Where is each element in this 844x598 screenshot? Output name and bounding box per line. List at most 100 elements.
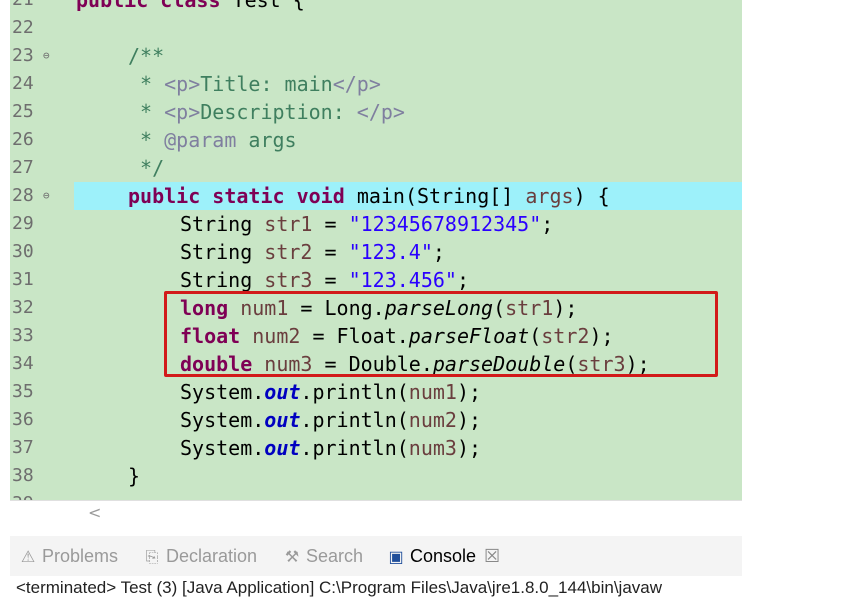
code-token: ); bbox=[456, 408, 482, 432]
code-token: out bbox=[264, 380, 301, 404]
code-token: args bbox=[525, 184, 574, 208]
code-token: num1 bbox=[408, 380, 457, 404]
line-number: 37 bbox=[12, 437, 34, 458]
code-token: System. bbox=[180, 408, 265, 432]
code-token: } bbox=[128, 464, 141, 488]
close-tab-icon[interactable]: ☒ bbox=[484, 546, 500, 566]
code-token: num2 bbox=[408, 408, 457, 432]
code-line[interactable]: 22 bbox=[10, 14, 742, 42]
code-token: "123.4" bbox=[348, 240, 433, 264]
tab-label: Problems bbox=[42, 546, 119, 566]
code-token: out bbox=[264, 436, 301, 460]
line-number: 31 bbox=[12, 269, 34, 290]
tab-label: Console bbox=[410, 546, 477, 566]
line-number: 29 bbox=[12, 213, 34, 234]
code-token: out bbox=[264, 408, 301, 432]
code-line[interactable]: 31 String str3 = "123.456"; bbox=[10, 266, 742, 294]
fold-toggle-icon[interactable]: ⊖ bbox=[43, 42, 50, 70]
code-token: Title: main bbox=[200, 72, 333, 96]
code-token: </p> bbox=[332, 72, 381, 96]
code-token: System. bbox=[180, 436, 265, 460]
code-line[interactable]: 26 * @param args bbox=[10, 126, 742, 154]
code-text: * @param args bbox=[128, 126, 297, 154]
code-token: /** bbox=[128, 44, 165, 68]
code-token: */ bbox=[128, 156, 165, 180]
tab-label: Declaration bbox=[166, 546, 258, 566]
code-text: * <p>Description: </p> bbox=[128, 98, 405, 126]
code-text: String str3 = "123.456"; bbox=[180, 266, 469, 294]
code-token: main(String[] bbox=[356, 184, 526, 208]
line-number: 28 bbox=[12, 185, 34, 206]
tab-declaration[interactable]: ⎘ Declaration bbox=[142, 536, 257, 576]
code-token: num3 bbox=[408, 436, 457, 460]
code-text: String str2 = "123.4"; bbox=[180, 238, 445, 266]
code-token: .println( bbox=[300, 408, 409, 432]
line-number: 34 bbox=[12, 353, 34, 374]
code-line[interactable]: 38} bbox=[10, 462, 742, 490]
tab-problems[interactable]: ⚠ Problems bbox=[18, 536, 118, 576]
console-status: <terminated> Test (3) [Java Application]… bbox=[16, 578, 663, 597]
fold-toggle-icon[interactable]: ⊖ bbox=[43, 182, 50, 210]
declaration-icon: ⎘ bbox=[145, 549, 159, 566]
code-text: System.out.println(num1); bbox=[180, 378, 481, 406]
code-token: * bbox=[128, 72, 165, 96]
code-text: } bbox=[128, 462, 140, 490]
code-line[interactable]: 24 * <p>Title: main</p> bbox=[10, 70, 742, 98]
code-line[interactable]: 30 String str2 = "123.4"; bbox=[10, 238, 742, 266]
console-icon: ▣ bbox=[388, 549, 404, 566]
scroll-left-icon[interactable]: < bbox=[88, 503, 101, 522]
code-token: void bbox=[296, 184, 357, 208]
horizontal-scrollbar[interactable]: < bbox=[10, 500, 742, 529]
code-token: String bbox=[180, 240, 265, 264]
search-icon: ⚒ bbox=[284, 549, 300, 566]
code-line[interactable]: 36 System.out.println(num2); bbox=[10, 406, 742, 434]
code-text: public class Test { bbox=[76, 0, 305, 14]
code-token: "12345678912345" bbox=[348, 212, 542, 236]
code-token: class bbox=[160, 0, 233, 12]
line-number: 35 bbox=[12, 381, 34, 402]
code-token: System. bbox=[180, 380, 265, 404]
code-line[interactable]: 27 */ bbox=[10, 154, 742, 182]
code-token: args bbox=[236, 128, 297, 152]
code-text: /** bbox=[128, 42, 164, 70]
code-text: System.out.println(num3); bbox=[180, 434, 481, 462]
code-token: ; bbox=[432, 240, 445, 264]
code-token: public bbox=[128, 184, 213, 208]
line-number: 21 bbox=[12, 0, 42, 14]
code-token: ); bbox=[456, 380, 482, 404]
code-text: * <p>Title: main</p> bbox=[128, 70, 381, 98]
code-token: ) { bbox=[573, 184, 610, 208]
code-token: </p> bbox=[356, 100, 405, 124]
tab-label: Search bbox=[306, 546, 364, 566]
code-token: <p> bbox=[164, 72, 201, 96]
code-token: public bbox=[76, 0, 161, 12]
code-line[interactable]: 29 String str1 = "12345678912345"; bbox=[10, 210, 742, 238]
code-token: .println( bbox=[300, 436, 409, 460]
tab-search[interactable]: ⚒ Search bbox=[282, 536, 363, 576]
code-token: Test { bbox=[232, 0, 305, 12]
line-number: 38 bbox=[12, 465, 34, 486]
code-token: str2 bbox=[264, 240, 313, 264]
code-text: public static void main(String[] args) { bbox=[128, 182, 610, 210]
code-line[interactable]: 23 ⊖ /** bbox=[10, 42, 742, 70]
code-token: static bbox=[212, 184, 297, 208]
annotation-highlight-box bbox=[164, 291, 718, 377]
code-line[interactable]: 35 System.out.println(num1); bbox=[10, 378, 742, 406]
line-number: 36 bbox=[12, 409, 34, 430]
code-token: * bbox=[128, 128, 165, 152]
code-text: */ bbox=[128, 154, 164, 182]
code-line[interactable]: 37 System.out.println(num3); bbox=[10, 434, 742, 462]
code-line[interactable]: 21 public class Test { bbox=[10, 0, 742, 14]
code-line[interactable]: 28 ⊖ public static void main(String[] args… bbox=[10, 182, 742, 210]
code-token: ; bbox=[456, 268, 470, 292]
code-token: String bbox=[180, 268, 265, 292]
code-editor[interactable]: 21public class Test {2223⊖/**24 * <p>Tit… bbox=[10, 0, 742, 528]
code-line[interactable]: 25 * <p>Description: </p> bbox=[10, 98, 742, 126]
code-token: = bbox=[312, 212, 349, 236]
tab-console[interactable]: ▣ Console ☒ bbox=[386, 536, 500, 576]
code-token: .println( bbox=[300, 380, 409, 404]
code-token: "123.456" bbox=[348, 268, 457, 292]
console-tab-bar: ⚠ Problems ⎘ Declaration ⚒ Search ▣ Console ☒ bbox=[10, 536, 742, 576]
code-token: = bbox=[312, 268, 349, 292]
line-number: 30 bbox=[12, 241, 34, 262]
